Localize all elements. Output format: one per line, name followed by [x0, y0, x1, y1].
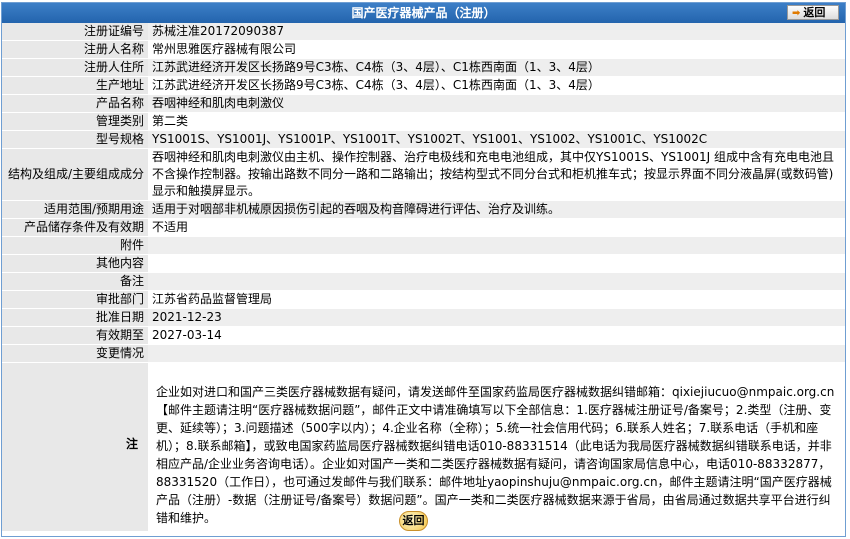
note-label-cell: 注	[2, 362, 148, 532]
detail-table: 注册证编号 苏械注准20172090387 注册人名称 常州思雅医疗器械有限公司 注册人…	[2, 23, 845, 532]
back-button-top[interactable]: ➡ 返回	[787, 5, 839, 20]
field-value: 2021-12-23	[148, 308, 845, 327]
field-label: 生产地址	[2, 76, 148, 95]
table-row: 生产地址 江苏武进经济开发区长扬路9号C3栋、C4栋（3、4层）、C1栋西南面（1…	[2, 76, 845, 95]
table-row: 适用范围/预期用途 适用于对咽部非机械原因损伤引起的吞咽及构音障碍进行评估、治疗及…	[2, 200, 845, 219]
table-row: 有效期至 2027-03-14	[2, 326, 845, 345]
field-value: 2027-03-14	[148, 326, 845, 345]
table-row: 结构及组成/主要组成成分 吞咽神经和肌肉电刺激仪由主机、操作控制器、治疗电极线和充…	[2, 148, 845, 201]
field-label: 管理类别	[2, 112, 148, 131]
arrow-right-icon: ➡	[792, 8, 801, 19]
field-label: 产品储存条件及有效期	[2, 218, 148, 237]
field-label: 型号规格	[2, 130, 148, 149]
field-label: 附件	[2, 236, 148, 255]
table-row: 型号规格 YS1001S、YS1001J、YS1001P、YS1001T、YS10…	[2, 130, 845, 149]
page-title: 国产医疗器械产品（注册）	[351, 6, 496, 20]
back-button-label: 返回	[803, 6, 826, 19]
detail-panel: 国产医疗器械产品（注册） ➡ 返回 注册证编号 苏械注准20172090387 注册人…	[1, 2, 846, 537]
field-value: 吞咽神经和肌肉电刺激仪由主机、操作控制器、治疗电极线和充电电池组成，其中仅YS1…	[148, 148, 845, 201]
field-label: 其他内容	[2, 254, 148, 273]
back-button-bottom[interactable]: 返回	[399, 511, 428, 531]
table-row: 注册证编号 苏械注准20172090387	[2, 23, 845, 41]
field-value: 第二类	[148, 112, 845, 131]
table-row: 变更情况	[2, 344, 845, 363]
table-row: 产品名称 吞咽神经和肌肉电刺激仪	[2, 94, 845, 113]
field-label: 产品名称	[2, 94, 148, 113]
back-button-bottom-label: 返回	[402, 514, 425, 527]
field-value: YS1001S、YS1001J、YS1001P、YS1001T、YS1002T、…	[148, 130, 845, 149]
field-label: 注册证编号	[2, 23, 148, 41]
field-label: 批准日期	[2, 308, 148, 327]
table-row: 备注	[2, 272, 845, 291]
field-label: 变更情况	[2, 344, 148, 363]
field-value: 适用于对咽部非机械原因损伤引起的吞咽及构音障碍进行评估、治疗及训练。	[148, 200, 845, 219]
field-value: 常州思雅医疗器械有限公司	[148, 40, 845, 59]
table-row: 批准日期 2021-12-23	[2, 308, 845, 327]
field-value: 江苏武进经济开发区长扬路9号C3栋、C4栋（3、4层）、C1栋西南面（1、3、4…	[148, 76, 845, 95]
table-row: 管理类别 第二类	[2, 112, 845, 131]
table-row: 审批部门 江苏省药品监督管理局	[2, 290, 845, 309]
field-label: 有效期至	[2, 326, 148, 345]
field-value: 吞咽神经和肌肉电刺激仪	[148, 94, 845, 113]
field-value	[148, 236, 845, 255]
field-value: 江苏武进经济开发区长扬路9号C3栋、C4栋（3、4层）、C1栋西南面（1、3、4…	[148, 58, 845, 77]
field-label: 适用范围/预期用途	[2, 200, 148, 219]
note-row: 注 企业如对进口和国产三类医疗器械数据有疑问，请发送邮件至国家药监局医疗器械数据纠…	[2, 362, 845, 532]
field-value	[148, 254, 845, 273]
field-label: 审批部门	[2, 290, 148, 309]
table-row: 注册人名称 常州思雅医疗器械有限公司	[2, 40, 845, 59]
field-value	[148, 272, 845, 291]
field-value: 不适用	[148, 218, 845, 237]
field-value	[148, 344, 845, 363]
field-value: 江苏省药品监督管理局	[148, 290, 845, 309]
table-row: 其他内容	[2, 254, 845, 273]
field-label: 注册人住所	[2, 58, 148, 77]
title-bar: 国产医疗器械产品（注册） ➡ 返回	[2, 3, 845, 23]
field-label: 结构及组成/主要组成成分	[2, 148, 148, 201]
table-row: 产品储存条件及有效期 不适用	[2, 218, 845, 237]
note-cell: 企业如对进口和国产三类医疗器械数据有疑问，请发送邮件至国家药监局医疗器械数据纠错…	[148, 362, 845, 532]
field-label: 备注	[2, 272, 148, 291]
note-text: 企业如对进口和国产三类医疗器械数据有疑问，请发送邮件至国家药监局医疗器械数据纠错…	[156, 385, 835, 525]
table-row: 附件	[2, 236, 845, 255]
field-label: 注册人名称	[2, 40, 148, 59]
field-value: 苏械注准20172090387	[148, 23, 845, 41]
note-label: 注	[125, 437, 138, 451]
table-row: 注册人住所 江苏武进经济开发区长扬路9号C3栋、C4栋（3、4层）、C1栋西南面（…	[2, 58, 845, 77]
